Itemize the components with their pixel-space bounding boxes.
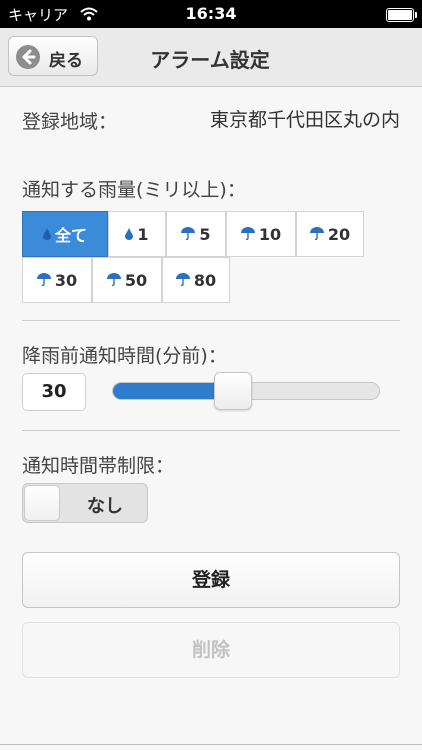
battery-icon xyxy=(386,8,417,22)
rain-option-5[interactable]: 5 xyxy=(166,211,226,257)
register-button[interactable]: 登録 xyxy=(22,552,400,608)
delete-button[interactable]: 削除 xyxy=(22,622,400,678)
umbrella-icon xyxy=(240,225,255,244)
rain-option-label: 1 xyxy=(137,224,149,244)
rain-option-label: 5 xyxy=(199,224,211,244)
back-button[interactable]: 戻る xyxy=(8,36,98,76)
region-value: 東京都千代田区丸の内 xyxy=(210,109,401,131)
rain-option-label: 30 xyxy=(54,270,78,290)
rain-option-30[interactable]: 30 xyxy=(22,257,92,303)
bottom-divider xyxy=(0,744,422,745)
slider-thumb[interactable] xyxy=(214,372,252,410)
rain-option-80[interactable]: 80 xyxy=(162,257,230,303)
rain-option-label: 10 xyxy=(258,224,282,244)
section-divider xyxy=(22,430,400,431)
page-title: アラーム設定 xyxy=(150,48,270,72)
rain-option-all[interactable]: 全て xyxy=(22,211,108,257)
umbrella-icon xyxy=(309,225,324,244)
section-divider xyxy=(22,320,400,321)
rain-amount-title: 通知する雨量(ミリ以上)： xyxy=(22,179,246,201)
toggle-knob xyxy=(24,485,60,521)
rain-option-20[interactable]: 20 xyxy=(296,211,364,257)
back-arrow-icon xyxy=(16,45,40,69)
umbrella-icon xyxy=(181,225,196,244)
time-limit-title: 通知時間帯制限： xyxy=(22,455,175,477)
navigation-bar: 戻る アラーム設定 xyxy=(0,28,422,87)
rain-option-label: 20 xyxy=(327,224,351,244)
rain-option-1[interactable]: 1 xyxy=(108,211,166,257)
raindrop-icon xyxy=(42,225,51,244)
back-button-label: 戻る xyxy=(49,51,83,71)
rain-option-50[interactable]: 50 xyxy=(92,257,162,303)
raindrop-icon xyxy=(125,225,134,244)
pre-notice-title: 降雨前通知時間(分前)： xyxy=(22,345,227,367)
rain-option-10[interactable]: 10 xyxy=(226,211,296,257)
umbrella-icon xyxy=(175,271,190,290)
rain-option-label: 80 xyxy=(193,270,217,290)
umbrella-icon xyxy=(36,271,51,290)
toggle-label: なし xyxy=(87,496,123,517)
rain-option-label: 全て xyxy=(54,226,87,245)
rain-option-label: 50 xyxy=(124,270,148,290)
minutes-slider[interactable] xyxy=(112,372,380,410)
time-limit-toggle[interactable]: なし xyxy=(22,483,148,523)
umbrella-icon xyxy=(106,271,121,290)
region-label: 登録地域： xyxy=(22,111,118,133)
status-bar: キャリア 16:34 xyxy=(0,0,422,28)
status-time: 16:34 xyxy=(185,4,237,23)
minutes-value-field[interactable]: 30 xyxy=(22,373,86,411)
